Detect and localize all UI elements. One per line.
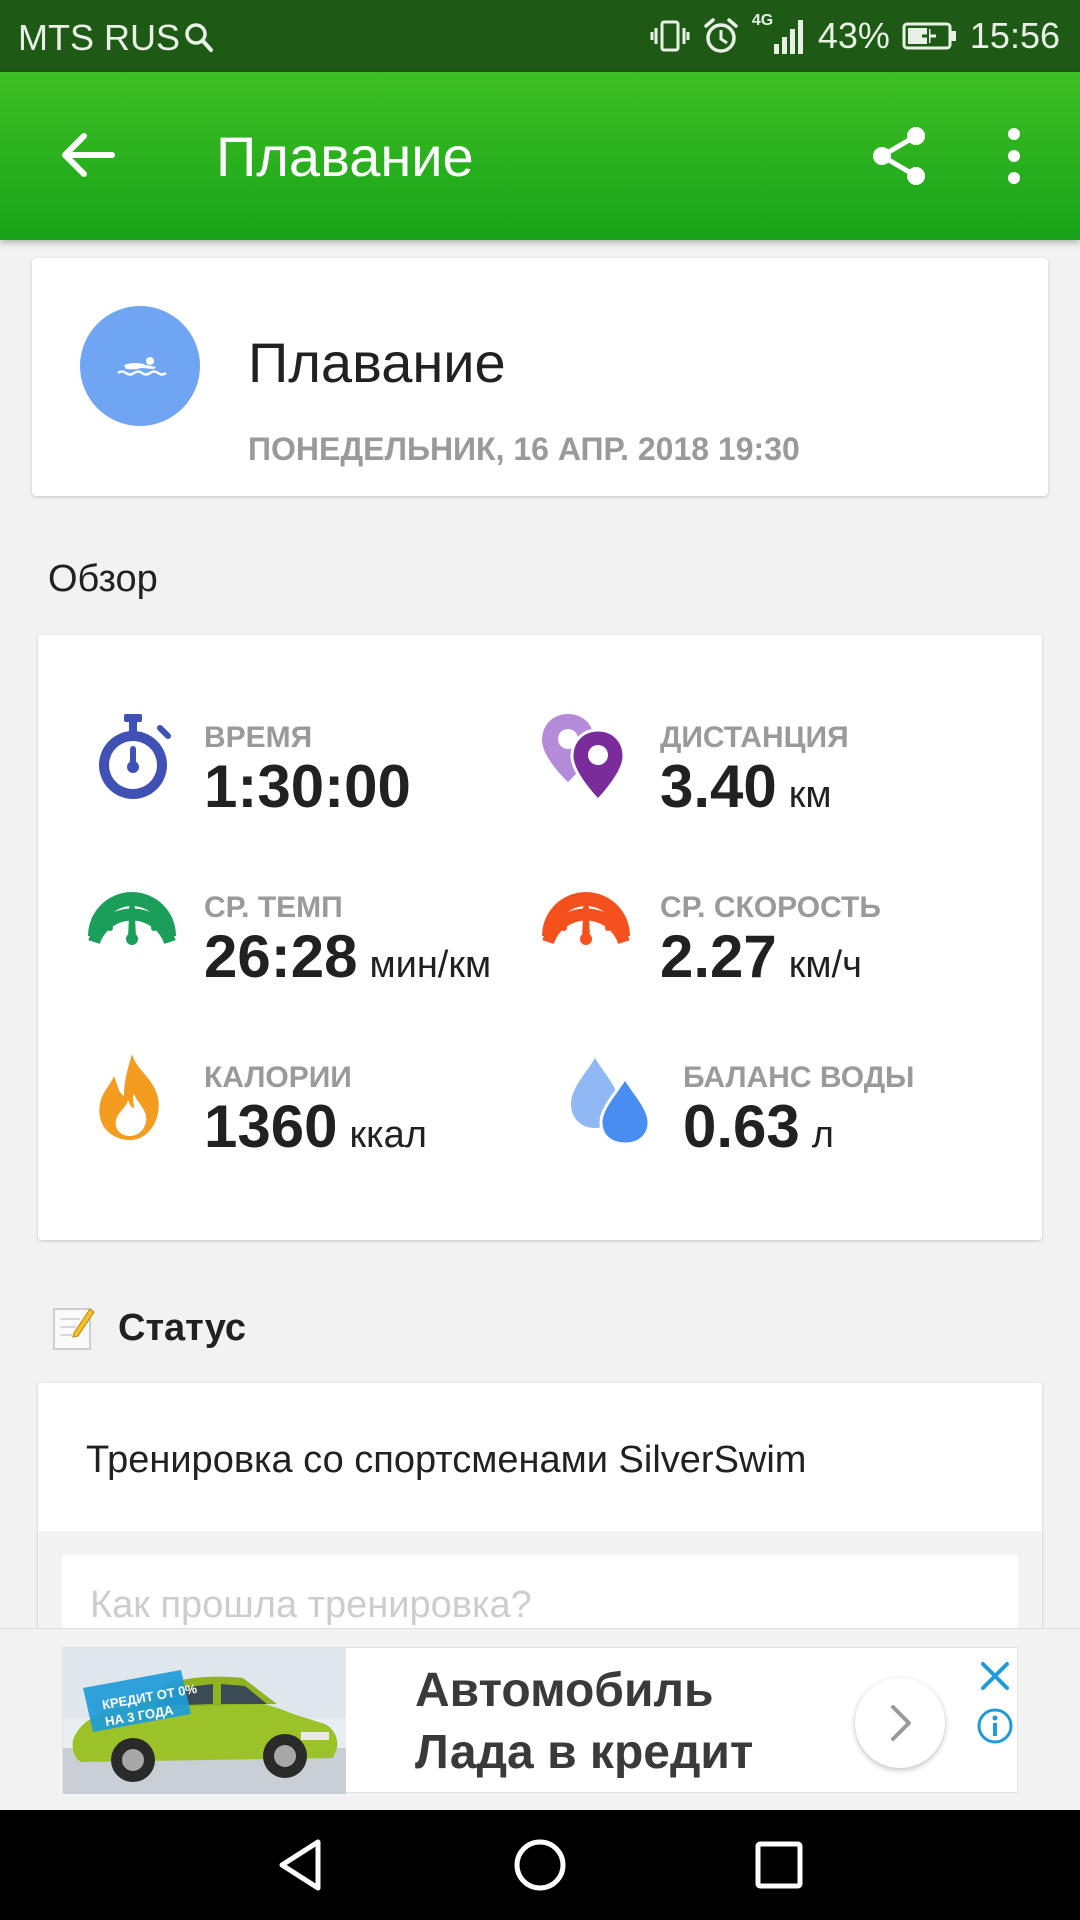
battery-charging-icon xyxy=(902,22,956,50)
stat-pace-number: 26:28 xyxy=(204,923,358,990)
chevron-right-icon xyxy=(891,1705,911,1741)
stat-water-unit: л xyxy=(811,1114,834,1156)
signal-icon xyxy=(773,20,803,54)
status-text: Тренировка со спортсменами SilverSwim xyxy=(86,1439,807,1481)
stat-time-label: ВРЕМЯ xyxy=(204,721,313,754)
swimmer-icon xyxy=(117,357,167,376)
ad-headline-line2: Лада в кредит xyxy=(415,1726,754,1779)
stat-water-label: БАЛАНС ВОДЫ xyxy=(683,1061,915,1094)
status-bar: MTS RUS 4G 43% 15:56 xyxy=(0,0,1080,72)
stat-speed-number: 2.27 xyxy=(660,923,777,990)
carrier: MTS RUS xyxy=(18,17,214,59)
activity-avatar xyxy=(80,306,200,426)
vibrate-icon xyxy=(650,20,690,52)
status-card: Тренировка со спортсменами SilverSwim xyxy=(38,1383,1042,1643)
ad-headline[interactable]: Автомобиль Лада в кредит xyxy=(415,1660,753,1784)
battery-percent: 43% xyxy=(817,15,890,56)
ad-headline-line1: Автомобиль xyxy=(415,1664,714,1717)
nav-recents-icon[interactable] xyxy=(746,1832,812,1898)
clock: 15:56 xyxy=(969,15,1060,56)
status-icons: 4G 43% 15:56 xyxy=(650,12,1060,57)
stat-calories-number: 1360 xyxy=(204,1093,338,1160)
overview-stats-card: ВРЕМЯ 1:30:00 ДИСТАНЦИЯ 3.40 км СР. ТЕМП… xyxy=(38,635,1042,1240)
stat-water-value: 0.63 л xyxy=(683,1092,834,1161)
back-arrow-icon[interactable] xyxy=(54,122,120,188)
ad-banner-area: КРЕДИТ ОТ 0% НА 3 ГОДА Автомобиль Лада в… xyxy=(0,1628,1080,1810)
close-icon[interactable] xyxy=(975,1656,1015,1696)
stat-speed-label: СР. СКОРОСТЬ xyxy=(660,891,881,924)
system-navigation-bar xyxy=(0,1810,1080,1920)
stat-distance-label: ДИСТАНЦИЯ xyxy=(660,721,849,754)
activity-name: Плавание xyxy=(248,331,506,394)
stat-speed-value: 2.27 км/ч xyxy=(660,922,862,991)
nav-back-icon[interactable] xyxy=(268,1832,334,1898)
note-edit-icon xyxy=(53,1308,95,1350)
stat-distance-number: 3.40 xyxy=(660,753,777,820)
water-drops-icon xyxy=(571,1058,651,1146)
stat-time-number: 1:30:00 xyxy=(204,753,411,820)
app-bar-title: Плавание xyxy=(216,125,474,188)
ad-banner[interactable]: КРЕДИТ ОТ 0% НА 3 ГОДА Автомобиль Лада в… xyxy=(62,1647,1018,1794)
stat-calories-unit: ккал xyxy=(349,1114,427,1156)
speedometer-icon xyxy=(88,892,176,945)
stat-calories-value: 1360 ккал xyxy=(204,1092,427,1161)
status-title: Статус xyxy=(118,1306,247,1349)
app-bar: Плавание xyxy=(0,72,1080,240)
map-pins-icon xyxy=(542,714,626,803)
stat-speed-unit: км/ч xyxy=(788,944,862,986)
stopwatch-icon xyxy=(99,714,171,799)
signal-indicator: 4G xyxy=(752,12,806,56)
stat-distance-value: 3.40 км xyxy=(660,752,832,821)
stat-water-number: 0.63 xyxy=(683,1093,800,1160)
stat-time-value: 1:30:00 xyxy=(204,752,411,821)
overview-title: Обзор xyxy=(48,558,158,600)
alarm-icon xyxy=(704,18,738,53)
stat-pace-value: 26:28 мин/км xyxy=(204,922,491,991)
status-header: Статус xyxy=(52,1303,246,1353)
stat-pace-unit: мин/км xyxy=(369,944,492,986)
comment-area xyxy=(38,1531,1042,1643)
search-icon xyxy=(185,23,213,52)
carrier-name: MTS RUS xyxy=(18,17,180,58)
ad-open-button[interactable] xyxy=(855,1678,945,1768)
activity-header-card: Плавание ПОНЕДЕЛЬНИК, 16 АПР. 2018 19:30 xyxy=(32,258,1048,496)
stat-calories-label: КАЛОРИИ xyxy=(204,1061,352,1094)
ad-image[interactable]: КРЕДИТ ОТ 0% НА 3 ГОДА xyxy=(63,1648,346,1794)
stat-distance-unit: км xyxy=(788,774,832,816)
info-icon[interactable] xyxy=(975,1706,1015,1746)
flame-icon xyxy=(99,1054,159,1140)
more-vert-icon[interactable] xyxy=(996,124,1032,188)
share-icon[interactable] xyxy=(868,124,932,188)
nav-home-icon[interactable] xyxy=(507,1832,573,1898)
activity-datetime: ПОНЕДЕЛЬНИК, 16 АПР. 2018 19:30 xyxy=(248,431,800,467)
stat-pace-label: СР. ТЕМП xyxy=(204,891,343,924)
speedometer-icon xyxy=(542,892,630,945)
